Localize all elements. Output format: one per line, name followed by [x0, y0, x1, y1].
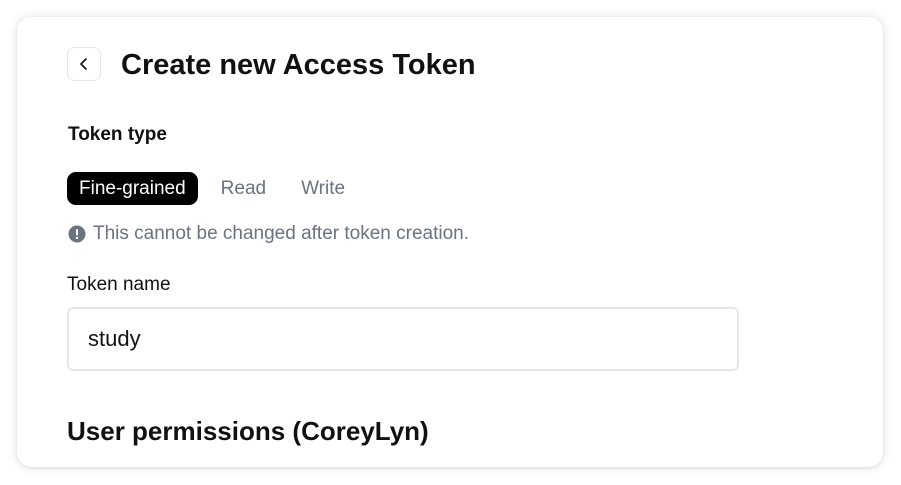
page-title: Create new Access Token [121, 49, 476, 81]
token-form-card: Create new Access Token Token type Fine-… [17, 17, 883, 467]
info-icon [68, 225, 86, 243]
back-button[interactable] [67, 47, 101, 81]
user-permissions-heading: User permissions (CoreyLyn) [67, 416, 429, 446]
token-type-selector: Fine-grained Read Write [67, 172, 368, 205]
token-name-input[interactable] [67, 307, 739, 371]
tab-read[interactable]: Read [209, 172, 278, 205]
tab-write[interactable]: Write [289, 172, 357, 205]
token-type-note: This cannot be changed after token creat… [68, 223, 469, 245]
chevron-left-icon [80, 58, 87, 70]
token-type-note-text: This cannot be changed after token creat… [93, 223, 470, 244]
token-type-label: Token type [68, 124, 167, 145]
token-name-label: Token name [67, 274, 171, 295]
tab-fine-grained[interactable]: Fine-grained [67, 172, 198, 205]
